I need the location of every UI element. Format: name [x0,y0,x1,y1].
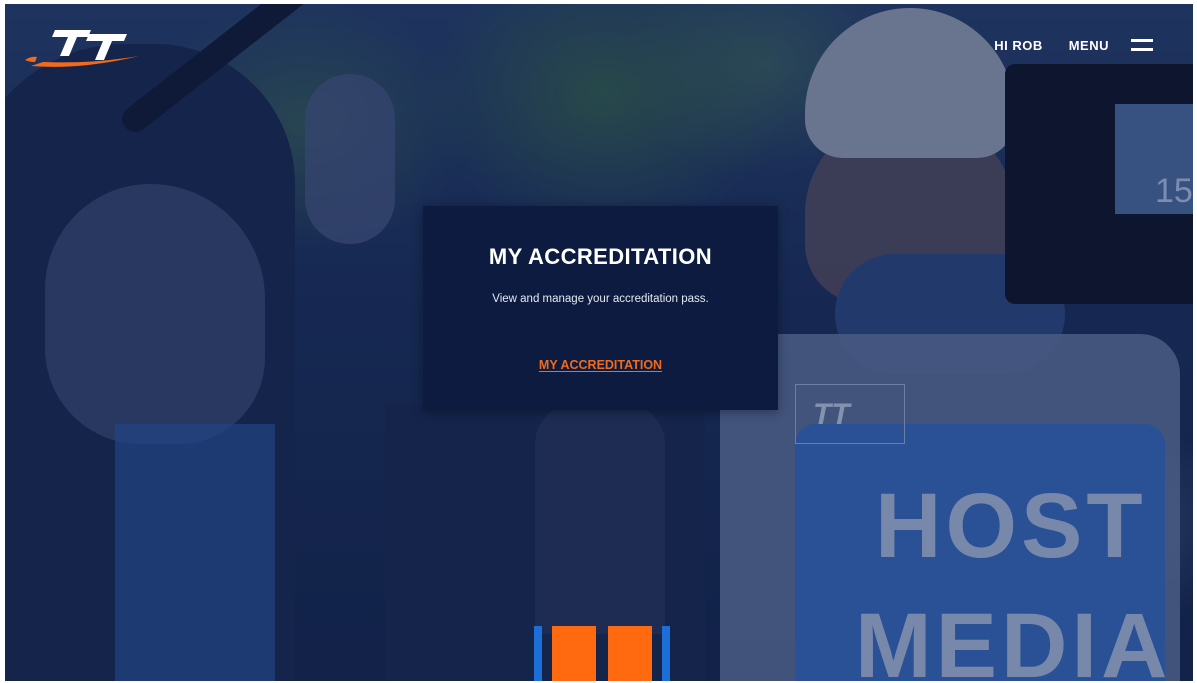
page: HOST MEDIA 150 TT HI ROB MENU MY ACCREDI… [5,4,1193,681]
card-description: View and manage your accreditation pass. [492,293,709,305]
stripe-blue-left [534,626,542,681]
top-navigation: HI ROB MENU [994,38,1153,53]
menu-label: MENU [1068,38,1109,53]
tt-logo-icon[interactable] [21,26,141,70]
bottom-decorative-stripes [534,626,670,681]
accreditation-card: MY ACCREDITATION View and manage your ac… [423,206,778,410]
user-greeting[interactable]: HI ROB [994,38,1043,53]
my-accreditation-link[interactable]: MY ACCREDITATION [423,358,778,372]
hamburger-icon [1131,38,1153,53]
stripe-orange-right [608,626,652,681]
stripe-blue-right [662,626,670,681]
card-title: MY ACCREDITATION [488,244,713,269]
stripe-orange-left [552,626,596,681]
menu-button[interactable]: MENU [1069,38,1153,53]
